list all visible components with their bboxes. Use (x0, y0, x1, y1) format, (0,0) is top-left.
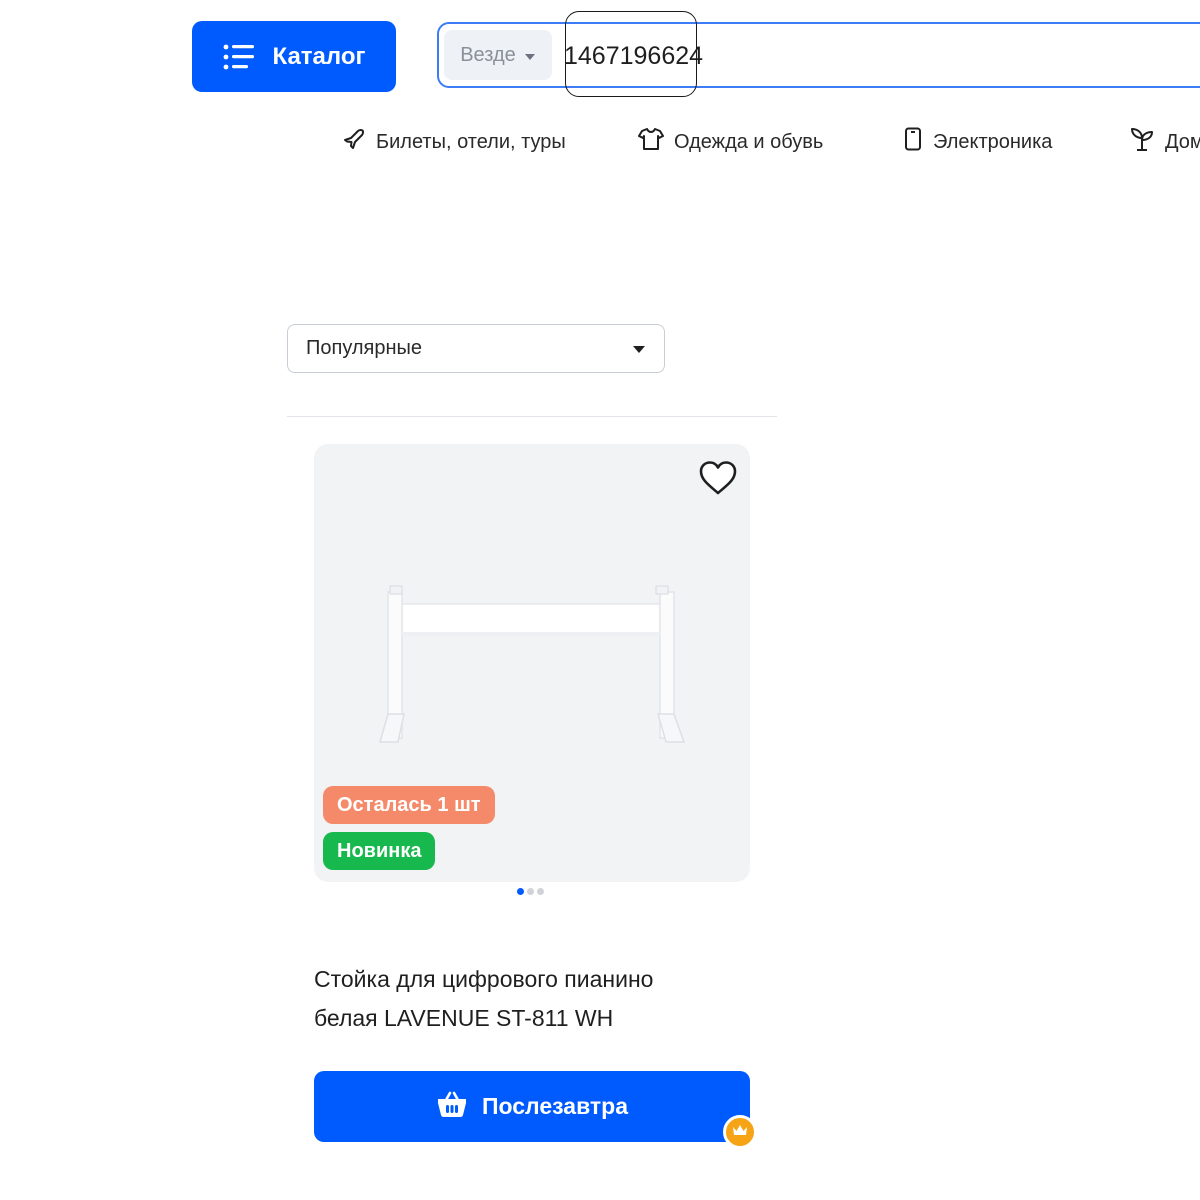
nav-item-tickets[interactable]: Билеты, отели, туры (342, 124, 566, 160)
nav-item-home[interactable]: Дом (1129, 124, 1200, 160)
search-input[interactable] (564, 34, 1184, 78)
heart-icon (698, 460, 738, 501)
favorite-button[interactable] (696, 458, 740, 502)
plane-icon (342, 127, 366, 157)
basket-icon (436, 1090, 468, 1124)
nav-item-label: Одежда и обувь (674, 130, 824, 153)
crown-icon (732, 1123, 748, 1141)
gallery-dot[interactable] (517, 888, 524, 895)
tshirt-icon (638, 127, 664, 157)
catalog-label: Каталог (272, 42, 366, 70)
search-scope-dropdown[interactable]: Везде (444, 30, 552, 80)
plant-icon (1129, 126, 1155, 158)
sort-selected-label: Популярные (306, 337, 423, 359)
menu-icon (223, 44, 257, 70)
product-title-line: белая LAVENUE ST-811 WH (314, 1005, 614, 1031)
search-scope-label: Везде (460, 43, 516, 66)
buy-button-label: Послезавтра (481, 1093, 629, 1119)
new-badge: Новинка (323, 832, 436, 870)
nav-item-label: Электроника (933, 130, 1053, 153)
premium-badge (723, 1115, 757, 1149)
gallery-dot[interactable] (527, 888, 534, 895)
nav-item-electronics[interactable]: Электроника (903, 124, 1052, 160)
caret-down-icon (524, 44, 536, 67)
nav-item-label: Дом (1165, 130, 1200, 153)
product-title-line: Стойка для цифрового пианино (314, 966, 654, 992)
catalog-button[interactable]: Каталог (192, 21, 396, 92)
sort-select[interactable]: Популярные (287, 324, 665, 373)
stock-badge: Осталась 1 шт (323, 786, 495, 824)
add-to-cart-button[interactable]: Послезавтра (314, 1071, 750, 1142)
divider (287, 416, 777, 417)
product-title[interactable]: Стойка для цифрового пианино белая LAVEN… (314, 960, 754, 1038)
caret-down-icon (632, 337, 646, 360)
nav-item-label: Билеты, отели, туры (376, 130, 566, 153)
nav-item-clothing[interactable]: Одежда и обувь (638, 124, 823, 160)
gallery-dot[interactable] (537, 888, 544, 895)
phone-icon (903, 127, 923, 157)
gallery-dots (517, 888, 544, 895)
